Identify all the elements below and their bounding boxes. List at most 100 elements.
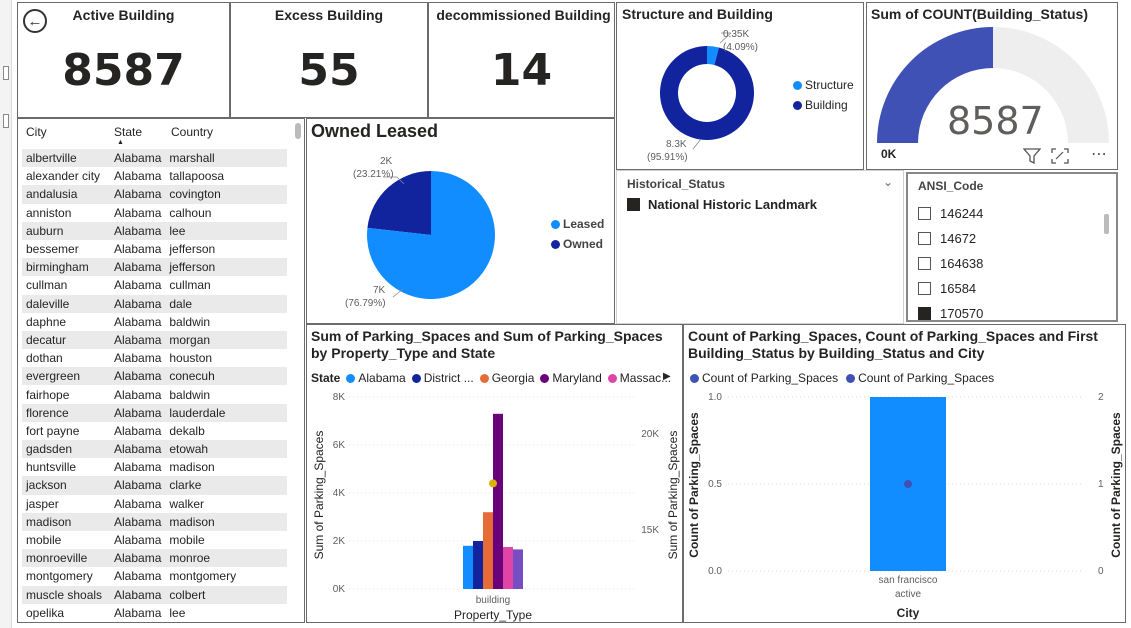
legend-dot xyxy=(411,373,421,383)
cell-city: decatur xyxy=(22,330,110,350)
table-row[interactable]: jackson Alabama clarke xyxy=(22,476,287,495)
table-row[interactable]: mobile Alabama mobile xyxy=(22,531,287,549)
y-tick-label: 1.0 xyxy=(708,392,722,403)
table-row[interactable]: muscle shoals Alabama colbert xyxy=(22,585,287,604)
legend-dot xyxy=(793,100,802,110)
checkbox[interactable] xyxy=(918,257,931,270)
ansi-scrollbar[interactable] xyxy=(1104,214,1109,234)
edge-mark xyxy=(3,114,9,128)
legend-district[interactable]: District ... xyxy=(411,371,474,385)
chevron-down-icon[interactable]: ⌄ xyxy=(883,175,893,189)
table-scrollbar[interactable] xyxy=(295,123,301,139)
y-tick-label: 0K xyxy=(333,584,346,595)
table-row[interactable]: daleville Alabama dale xyxy=(22,294,287,313)
cell-country: morgan xyxy=(165,330,287,350)
owned-value-label: 2K xyxy=(380,156,393,167)
legend-structure[interactable]: Structure xyxy=(793,78,854,92)
legend-leased[interactable]: Leased xyxy=(551,217,604,231)
table-row[interactable]: andalusia Alabama covington xyxy=(22,185,287,204)
cell-state: Alabama xyxy=(114,205,162,220)
table-row[interactable]: decatur Alabama morgan xyxy=(22,330,287,350)
table-row[interactable]: opelika Alabama lee xyxy=(22,604,287,622)
cell-state: Alabama xyxy=(114,423,162,438)
ansi-item[interactable]: 170570 xyxy=(918,301,983,320)
ansi-item[interactable]: 16584 xyxy=(918,276,983,301)
table-row[interactable]: jasper Alabama walker xyxy=(22,495,287,513)
table-row[interactable]: cullman Alabama cullman xyxy=(22,276,287,294)
table-row[interactable]: gadsden Alabama etowah xyxy=(22,440,287,459)
cell-city: evergreen xyxy=(22,367,110,386)
y-tick-label: 4K xyxy=(333,488,346,499)
cell-state: Alabama xyxy=(110,403,166,422)
col-header-country[interactable]: Country xyxy=(171,125,213,139)
legend-owned[interactable]: Owned xyxy=(551,237,603,251)
col-header-city[interactable]: City xyxy=(26,125,47,139)
cell-country: clarke xyxy=(165,476,287,495)
historical-status-item[interactable]: National Historic Landmark xyxy=(627,197,817,212)
historical-status-header: Historical_Status xyxy=(627,177,726,191)
legend-building[interactable]: Building xyxy=(793,98,848,112)
checkbox-checked[interactable] xyxy=(627,198,640,211)
line-point xyxy=(904,480,912,488)
cell-city: daleville xyxy=(22,294,110,313)
legend-alabama[interactable]: Alabama xyxy=(346,371,406,385)
edge-mark xyxy=(3,66,9,80)
table-row[interactable]: albertville Alabama marshall xyxy=(22,149,287,168)
table-row[interactable]: alexander city Alabama tallapoosa xyxy=(22,167,287,185)
cell-city: montgomery xyxy=(26,569,93,584)
y-tick-label: 6K xyxy=(333,440,346,451)
focus-mode-icon[interactable] xyxy=(1051,148,1069,169)
y-axis-title: Count of Parking_Spaces xyxy=(687,412,701,558)
col-header-state[interactable]: State xyxy=(114,125,142,139)
y2-tick-label: 15K xyxy=(641,525,659,536)
checkbox[interactable] xyxy=(918,232,931,245)
table-row[interactable]: florence Alabama lauderdale xyxy=(22,403,287,422)
legend-maryland[interactable]: Maryland xyxy=(540,371,602,385)
checkbox[interactable] xyxy=(918,282,931,295)
kpi-active-card: ← Active Building 8587 xyxy=(17,2,230,118)
legend-georgia[interactable]: Georgia xyxy=(479,371,534,385)
structure-building-card: Structure and Building 0.35K (4.09%) 8.3… xyxy=(616,2,864,170)
table-row[interactable]: madison Alabama madison xyxy=(22,512,287,531)
cell-city: muscle shoals xyxy=(22,585,110,604)
table-row[interactable]: auburn Alabama lee xyxy=(22,221,287,240)
table-row[interactable]: anniston Alabama calhoun xyxy=(22,204,287,222)
checkbox-checked[interactable] xyxy=(918,307,931,320)
table-row[interactable]: fairhope Alabama baldwin xyxy=(22,385,287,403)
cell-country: jefferson xyxy=(169,242,216,257)
legend-next-icon[interactable]: ▶ xyxy=(663,371,671,382)
table-row[interactable]: monroeville Alabama monroe xyxy=(22,549,287,568)
legend-label: Structure xyxy=(805,78,854,92)
table-row[interactable]: evergreen Alabama conecuh xyxy=(22,367,287,386)
cell-state: Alabama xyxy=(114,533,162,548)
cell-country: walker xyxy=(169,496,205,511)
table-row[interactable]: birmingham Alabama jefferson xyxy=(22,258,287,277)
leader-line xyxy=(392,288,404,298)
checkbox[interactable] xyxy=(918,207,931,220)
legend-count-2[interactable]: Count of Parking_Spaces xyxy=(846,371,994,385)
kpi-active-title: Active Building xyxy=(72,7,175,23)
ansi-item[interactable]: 146244 xyxy=(918,201,983,226)
cell-city: anniston xyxy=(26,205,72,220)
more-options-icon[interactable]: ⋯ xyxy=(1091,144,1108,164)
table-row[interactable]: daphne Alabama baldwin xyxy=(22,313,287,331)
table-row[interactable]: dothan Alabama houston xyxy=(22,349,287,367)
table-row[interactable]: huntsville Alabama madison xyxy=(22,458,287,476)
cell-country: montgomery xyxy=(169,569,237,584)
table-row[interactable]: montgomery Alabama montgomery xyxy=(22,567,287,585)
x-axis-title: City xyxy=(897,606,920,620)
legend-count-1[interactable]: Count of Parking_Spaces xyxy=(690,371,838,385)
legend-dot xyxy=(607,373,617,383)
cell-country: lee xyxy=(169,605,186,620)
x-tick-label: san francisco xyxy=(879,575,938,586)
legend-label: Maryland xyxy=(552,371,602,385)
legend-massachusetts[interactable]: Massac... xyxy=(607,371,671,385)
table-row[interactable]: bessemer Alabama jefferson xyxy=(22,240,287,258)
ansi-item[interactable]: 14672 xyxy=(918,226,983,251)
cell-country: baldwin xyxy=(169,314,211,329)
table-row[interactable]: fort payne Alabama dekalb xyxy=(22,422,287,440)
pie-slices xyxy=(367,171,495,299)
filter-icon[interactable] xyxy=(1022,148,1042,169)
ansi-item[interactable]: 164638 xyxy=(918,251,983,276)
cell-country: cullman xyxy=(169,278,211,293)
